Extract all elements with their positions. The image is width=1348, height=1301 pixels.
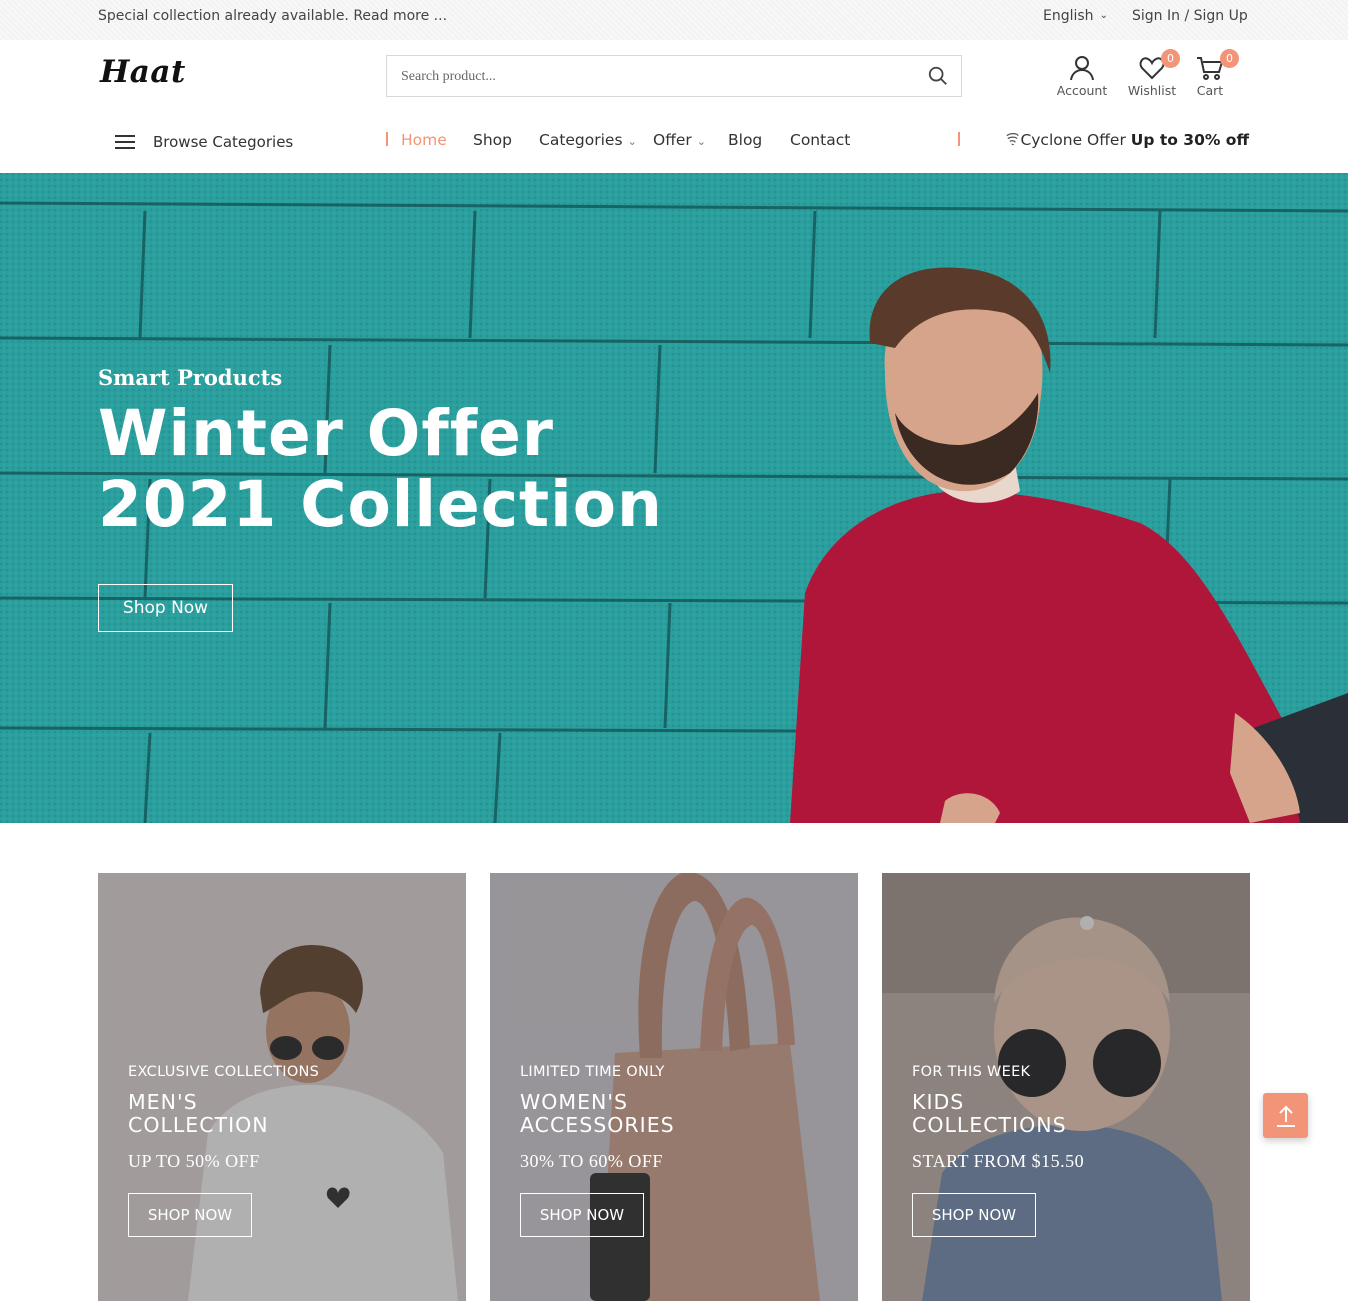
- hero-kicker: Smart Products: [98, 365, 283, 390]
- collection-title: KIDS COLLECTIONS: [912, 1091, 1067, 1137]
- hero-shop-now-button[interactable]: Shop Now: [98, 584, 233, 632]
- collection-card-men[interactable]: EXCLUSIVE COLLECTIONS MEN'S COLLECTION UP…: [98, 873, 466, 1301]
- collection-title: MEN'S COLLECTION: [128, 1091, 269, 1137]
- language-selector[interactable]: English ⌄: [1043, 8, 1108, 24]
- cart-button[interactable]: 0 Cart: [1180, 49, 1240, 98]
- collection-shop-now-button[interactable]: SHOP NOW: [128, 1193, 252, 1237]
- menu-icon: [115, 134, 135, 150]
- announcement-text[interactable]: Special collection already available. Re…: [98, 8, 447, 24]
- nav-item-blog[interactable]: Blog: [728, 131, 762, 149]
- collection-card-women[interactable]: LIMITED TIME ONLY WOMEN'S ACCESSORIES 30%…: [490, 873, 858, 1301]
- collection-shop-now-button[interactable]: SHOP NOW: [912, 1193, 1036, 1237]
- nav-item-categories-label: Categories: [539, 131, 623, 149]
- wishlist-button[interactable]: 0 Wishlist: [1122, 49, 1182, 98]
- wishlist-count-badge: 0: [1161, 49, 1180, 68]
- sign-in-link[interactable]: Sign In / Sign Up: [1132, 8, 1248, 24]
- collection-title-line2: COLLECTIONS: [912, 1113, 1067, 1137]
- collection-card-kids[interactable]: FOR THIS WEEK KIDS COLLECTIONS START FROM…: [882, 873, 1250, 1301]
- collection-title-line2: COLLECTION: [128, 1113, 269, 1137]
- wishlist-label: Wishlist: [1127, 83, 1177, 98]
- collection-title-line1: MEN'S: [128, 1090, 198, 1114]
- collection-title-line1: WOMEN'S: [520, 1090, 629, 1114]
- nav-item-contact[interactable]: Contact: [790, 131, 850, 149]
- collection-subtitle: UP TO 50% OFF: [128, 1151, 260, 1171]
- search-box: [386, 55, 962, 97]
- chevron-down-icon: ⌄: [1099, 10, 1108, 21]
- hero-title-line1: Winter Offer: [98, 397, 554, 470]
- arrow-up-icon: [1276, 1105, 1295, 1127]
- search-input[interactable]: [401, 66, 901, 88]
- cyclone-offer[interactable]: Cyclone Offer Up to 30% off: [1005, 131, 1249, 149]
- collection-title-line2: ACCESSORIES: [520, 1113, 675, 1137]
- hero-title-line2: 2021 Collection: [98, 468, 663, 541]
- nav-divider: [386, 132, 388, 146]
- offer-highlight: Up to 30% off: [1130, 131, 1249, 149]
- cart-label: Cart: [1196, 83, 1224, 98]
- nav-item-shop[interactable]: Shop: [473, 131, 512, 149]
- collection-kicker: LIMITED TIME ONLY: [520, 1064, 665, 1080]
- hero-banner: Smart Products Winter Offer 2021 Collecti…: [0, 173, 1348, 823]
- cyclone-icon: [1006, 133, 1020, 146]
- user-icon: [1070, 56, 1094, 81]
- offer-prefix: Cyclone Offer: [1020, 131, 1126, 149]
- hero-title: Winter Offer 2021 Collection: [98, 398, 663, 540]
- top-bar: Special collection already available. Re…: [0, 0, 1348, 40]
- search-icon[interactable]: [927, 65, 949, 87]
- language-label: English: [1043, 8, 1094, 24]
- nav-divider: [958, 132, 960, 146]
- collection-title-line1: KIDS: [912, 1090, 965, 1114]
- nav-item-offer[interactable]: Offer ⌄: [653, 131, 706, 149]
- scroll-to-top-button[interactable]: [1263, 1093, 1308, 1138]
- account-button[interactable]: Account: [1052, 55, 1112, 98]
- collection-kicker: EXCLUSIVE COLLECTIONS: [128, 1064, 320, 1080]
- browse-categories-button[interactable]: Browse Categories: [115, 131, 293, 153]
- chevron-down-icon: ⌄: [627, 135, 637, 148]
- nav-item-offer-label: Offer: [653, 131, 692, 149]
- account-label: Account: [1056, 83, 1108, 98]
- collection-title: WOMEN'S ACCESSORIES: [520, 1091, 675, 1137]
- chevron-down-icon: ⌄: [696, 135, 707, 148]
- collection-shop-now-button[interactable]: SHOP NOW: [520, 1193, 644, 1237]
- site-logo[interactable]: Haat: [100, 54, 186, 90]
- collection-subtitle: 30% TO 60% OFF: [520, 1151, 663, 1171]
- nav-item-home[interactable]: Home: [401, 131, 447, 149]
- collection-subtitle: START FROM $15.50: [912, 1151, 1085, 1171]
- cart-count-badge: 0: [1220, 49, 1239, 68]
- nav-item-categories[interactable]: Categories ⌄: [539, 131, 637, 149]
- collection-kicker: FOR THIS WEEK: [912, 1064, 1031, 1080]
- browse-categories-label: Browse Categories: [153, 133, 294, 151]
